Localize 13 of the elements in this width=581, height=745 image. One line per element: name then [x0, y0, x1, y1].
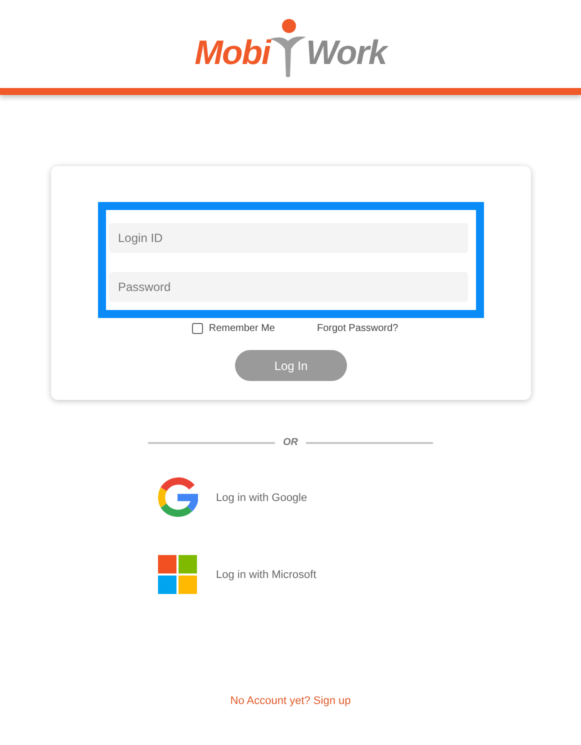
or-divider-text: OR	[283, 437, 298, 448]
remember-checkbox[interactable]	[192, 323, 203, 334]
google-g-icon	[157, 477, 198, 518]
logo-text: Work	[306, 34, 386, 73]
signup-link[interactable]: No Account yet? Sign up	[230, 695, 351, 707]
remember-label: Remember Me	[208, 323, 275, 334]
input-field[interactable]: Login ID	[109, 223, 468, 253]
forgot-password-link[interactable]: Forgot Password?	[316, 323, 398, 334]
logo-text: Mobi	[194, 34, 270, 73]
input-field[interactable]: Password	[109, 272, 468, 302]
provider-login-link[interactable]: Log in with Microsoft	[216, 568, 316, 580]
provider-login-link[interactable]: Log in with Google	[216, 492, 308, 504]
microsoft-squares-icon	[157, 554, 198, 595]
